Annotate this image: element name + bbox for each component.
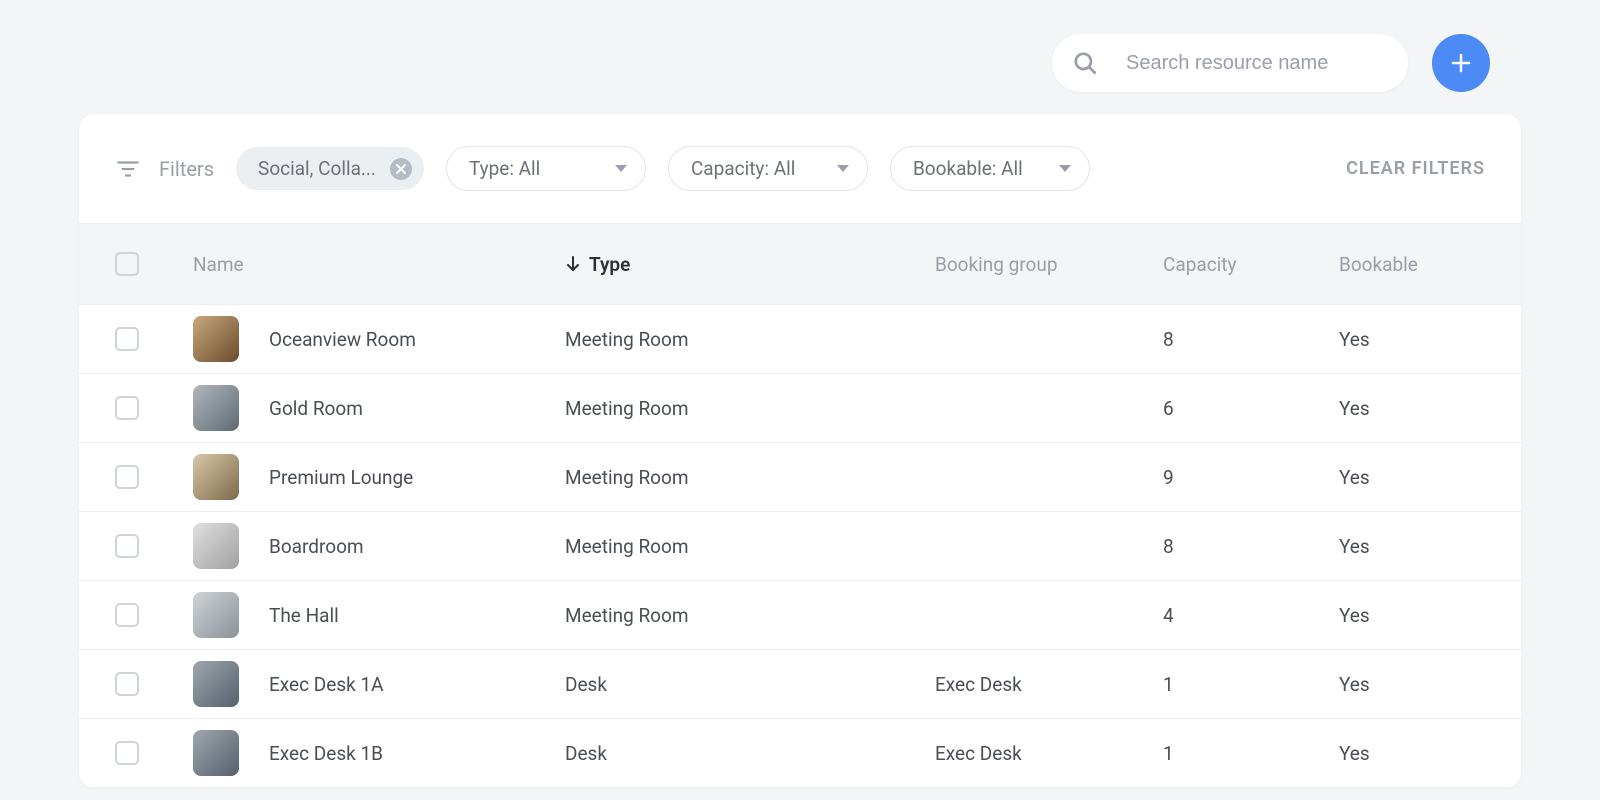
resource-capacity: 6: [1163, 397, 1339, 420]
table-row[interactable]: Premium Lounge Meeting Room 9 Yes: [79, 443, 1521, 512]
resource-name: Oceanview Room: [269, 328, 416, 351]
table-header: Name Type Booking group Capacity Bookabl…: [79, 223, 1521, 305]
resource-capacity: 8: [1163, 535, 1339, 558]
resource-type: Meeting Room: [565, 466, 935, 489]
resource-thumbnail: [193, 316, 239, 362]
search-icon: [1072, 50, 1098, 76]
row-checkbox[interactable]: [115, 741, 139, 765]
select-all-checkbox[interactable]: [115, 252, 139, 276]
filters-label: Filters: [159, 157, 214, 181]
close-icon: [396, 164, 406, 174]
row-checkbox[interactable]: [115, 396, 139, 420]
table-row[interactable]: The Hall Meeting Room 4 Yes: [79, 581, 1521, 650]
resource-booking-group: Exec Desk: [935, 742, 1163, 765]
column-type[interactable]: Type: [565, 253, 935, 276]
clear-filters-button[interactable]: CLEAR FILTERS: [1346, 158, 1485, 179]
table-row[interactable]: Exec Desk 1A Desk Exec Desk 1 Yes: [79, 650, 1521, 719]
table-row[interactable]: Oceanview Room Meeting Room 8 Yes: [79, 305, 1521, 374]
resource-name: Boardroom: [269, 535, 364, 558]
filter-capacity-label: Capacity: All: [691, 157, 795, 180]
resource-thumbnail: [193, 385, 239, 431]
resource-type: Meeting Room: [565, 328, 935, 351]
resource-name: Premium Lounge: [269, 466, 413, 489]
table-row[interactable]: Exec Desk 1B Desk Exec Desk 1 Yes: [79, 719, 1521, 788]
row-checkbox[interactable]: [115, 327, 139, 351]
resource-bookable: Yes: [1339, 397, 1485, 420]
filter-bookable-label: Bookable: All: [913, 157, 1023, 180]
resource-name: Exec Desk 1B: [269, 742, 383, 765]
column-name[interactable]: Name: [193, 253, 565, 276]
filter-chip-tags[interactable]: Social, Colla...: [236, 147, 424, 190]
resource-thumbnail: [193, 523, 239, 569]
table-row[interactable]: Boardroom Meeting Room 8 Yes: [79, 512, 1521, 581]
column-bookable[interactable]: Bookable: [1339, 253, 1485, 276]
resource-bookable: Yes: [1339, 466, 1485, 489]
filter-bookable-dropdown[interactable]: Bookable: All: [890, 146, 1090, 191]
resource-capacity: 8: [1163, 328, 1339, 351]
plus-icon: [1449, 51, 1473, 75]
filter-icon: [115, 158, 141, 180]
filter-type-label: Type: All: [469, 157, 540, 180]
resource-thumbnail: [193, 730, 239, 776]
row-checkbox[interactable]: [115, 534, 139, 558]
column-booking-group[interactable]: Booking group: [935, 253, 1163, 276]
resource-bookable: Yes: [1339, 604, 1485, 627]
column-capacity[interactable]: Capacity: [1163, 253, 1339, 276]
table-row[interactable]: Gold Room Meeting Room 6 Yes: [79, 374, 1521, 443]
resource-type: Desk: [565, 673, 935, 696]
resource-capacity: 9: [1163, 466, 1339, 489]
resource-thumbnail: [193, 454, 239, 500]
filters-row: Filters Social, Colla... Type: All Capac…: [79, 114, 1521, 223]
resource-capacity: 4: [1163, 604, 1339, 627]
sort-desc-icon: [565, 255, 581, 273]
resource-name: Exec Desk 1A: [269, 673, 384, 696]
resource-booking-group: Exec Desk: [935, 673, 1163, 696]
chevron-down-icon: [1059, 165, 1071, 172]
resource-bookable: Yes: [1339, 673, 1485, 696]
add-button[interactable]: [1432, 34, 1490, 92]
resource-type: Meeting Room: [565, 535, 935, 558]
resource-bookable: Yes: [1339, 742, 1485, 765]
resource-type: Meeting Room: [565, 397, 935, 420]
resources-card: Filters Social, Colla... Type: All Capac…: [79, 114, 1521, 788]
filter-chip-label: Social, Colla...: [258, 157, 376, 180]
search-input[interactable]: [1126, 52, 1388, 75]
resource-thumbnail: [193, 592, 239, 638]
row-checkbox[interactable]: [115, 465, 139, 489]
resource-bookable: Yes: [1339, 328, 1485, 351]
resource-type: Desk: [565, 742, 935, 765]
resource-type: Meeting Room: [565, 604, 935, 627]
filter-capacity-dropdown[interactable]: Capacity: All: [668, 146, 868, 191]
chip-remove-button[interactable]: [390, 158, 412, 180]
resource-name: Gold Room: [269, 397, 363, 420]
resource-thumbnail: [193, 661, 239, 707]
chevron-down-icon: [837, 165, 849, 172]
search-box[interactable]: [1052, 34, 1408, 92]
resource-bookable: Yes: [1339, 535, 1485, 558]
filter-type-dropdown[interactable]: Type: All: [446, 146, 646, 191]
resource-name: The Hall: [269, 604, 339, 627]
chevron-down-icon: [615, 165, 627, 172]
column-type-label: Type: [589, 253, 630, 276]
resource-capacity: 1: [1163, 673, 1339, 696]
resource-capacity: 1: [1163, 742, 1339, 765]
row-checkbox[interactable]: [115, 672, 139, 696]
row-checkbox[interactable]: [115, 603, 139, 627]
